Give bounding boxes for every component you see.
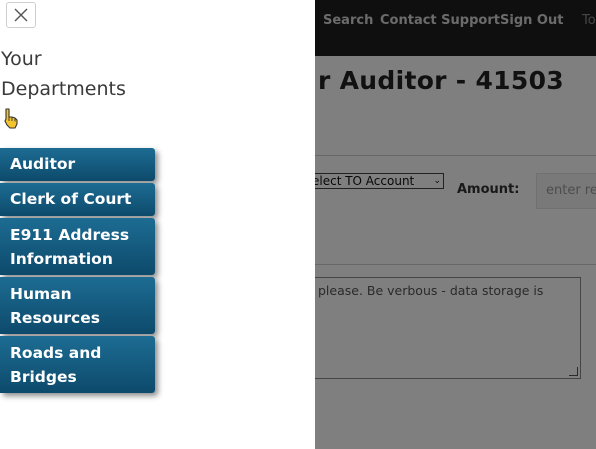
department-label: E911 Address [10, 226, 130, 244]
panel-heading: Your Departments [1, 44, 201, 104]
department-button-clerk-of-court[interactable]: Clerk of Court [0, 183, 155, 216]
department-label: Clerk of Court [10, 190, 132, 208]
panel-heading-line2: Departments [1, 78, 126, 100]
department-label: Roads and [10, 344, 102, 362]
modal-overlay[interactable] [315, 0, 596, 449]
close-icon [14, 8, 28, 22]
close-button[interactable] [6, 2, 36, 28]
department-button-human-resources[interactable]: Human Resources [0, 277, 155, 334]
departments-side-panel: Your Departments Auditor Clerk of Court … [0, 0, 315, 449]
panel-heading-line1: Your [1, 48, 42, 70]
department-list: Auditor Clerk of Court E911 Address Info… [0, 148, 155, 395]
department-label: Auditor [10, 155, 76, 173]
department-label: Information [10, 250, 113, 268]
department-label: Bridges [10, 368, 77, 386]
department-label: Resources [10, 309, 100, 327]
department-label: Human [10, 285, 72, 303]
pointing-hand-icon [4, 108, 18, 129]
department-button-auditor[interactable]: Auditor [0, 148, 155, 181]
department-button-e911-address-information[interactable]: E911 Address Information [0, 218, 155, 275]
department-button-roads-and-bridges[interactable]: Roads and Bridges [0, 336, 155, 393]
